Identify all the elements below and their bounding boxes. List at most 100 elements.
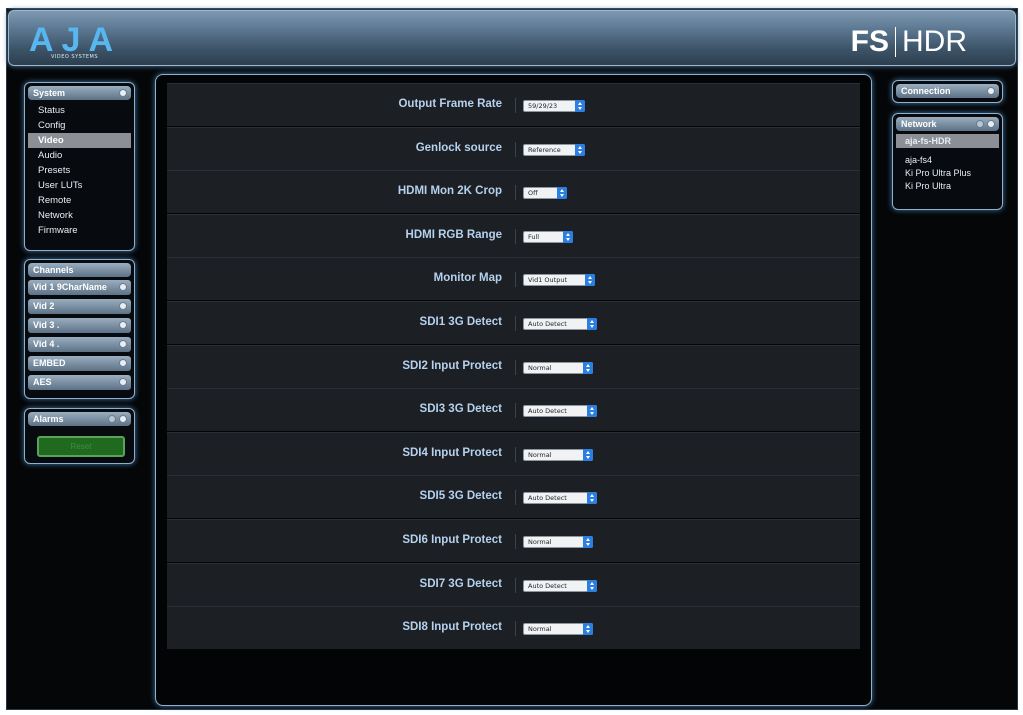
channel-label: AES	[33, 377, 52, 387]
dropdown-arrow-icon[interactable]	[583, 623, 593, 636]
setting-divider	[515, 316, 516, 331]
expand-icon[interactable]	[119, 359, 127, 367]
setting-select-sdi1-3g-detect[interactable]: Auto Detect	[523, 318, 597, 330]
network-device-aja-fs4[interactable]: aja-fs4	[893, 154, 1002, 167]
setting-select-value: Vid1 Output	[528, 276, 568, 285]
setting-select-output-frame-rate[interactable]: 59/29/23	[523, 100, 585, 112]
dropdown-arrow-icon[interactable]	[563, 230, 573, 243]
expand-icon[interactable]	[119, 283, 127, 291]
product-name-hdr: HDR	[902, 25, 967, 58]
system-menu-item-remote[interactable]: Remote	[25, 193, 134, 208]
setting-label: Monitor Map	[433, 272, 502, 285]
setting-label: Output Frame Rate	[398, 98, 502, 110]
info-icon[interactable]	[108, 415, 116, 423]
system-menu-item-video[interactable]: Video	[28, 133, 131, 148]
connection-panel: Connection	[892, 80, 1003, 103]
setting-row-output-frame-rate: Output Frame Rate 59/29/23	[167, 83, 860, 126]
expand-icon[interactable]	[119, 321, 127, 329]
network-device-list: aja-fs4 Ki Pro Ultra Plus Ki Pro Ultra	[893, 154, 1002, 193]
channel-item-vid-1-9charname[interactable]: Vid 1 9CharName	[28, 280, 131, 295]
dropdown-arrow-icon[interactable]	[587, 318, 597, 330]
dropdown-arrow-icon[interactable]	[587, 405, 597, 418]
channels-panel-header: Channels	[28, 263, 131, 277]
network-device-selected[interactable]: aja-fs-HDR	[896, 134, 999, 148]
system-menu-item-config[interactable]: Config	[25, 118, 134, 133]
setting-select-hdmi-mon-2k-crop[interactable]: Off	[523, 187, 567, 200]
system-menu-item-user-luts[interactable]: User LUTs	[25, 178, 134, 193]
setting-label: HDMI RGB Range	[405, 228, 502, 241]
network-device-ki-pro-ultra[interactable]: Ki Pro Ultra	[893, 180, 1002, 193]
channels-panel-title: Channels	[33, 265, 74, 275]
setting-select-value: Reference	[528, 145, 561, 154]
setting-select-value: Full	[528, 232, 540, 241]
setting-select-sdi2-input-protect[interactable]: Normal	[523, 361, 593, 374]
channel-label: Vid 3 .	[33, 320, 60, 330]
setting-select-value: Auto Detect	[528, 581, 567, 590]
dropdown-arrow-icon[interactable]	[557, 187, 567, 200]
setting-select-value: Normal	[528, 625, 552, 634]
dropdown-arrow-icon[interactable]	[575, 100, 585, 112]
channel-item-embed[interactable]: EMBED	[28, 356, 131, 371]
setting-select-sdi4-input-protect[interactable]: Normal	[523, 448, 593, 461]
setting-row-hdmi-rgb-range: HDMI RGB Range Full	[167, 213, 860, 257]
setting-select-sdi6-input-protect[interactable]: Normal	[523, 536, 593, 548]
setting-row-hdmi-mon-2k-crop: HDMI Mon 2K Crop Off	[167, 170, 860, 214]
setting-select-hdmi-rgb-range[interactable]: Full	[523, 230, 573, 243]
expand-icon[interactable]	[119, 340, 127, 348]
expand-icon[interactable]	[119, 378, 127, 386]
setting-select-sdi5-3g-detect[interactable]: Auto Detect	[523, 492, 597, 505]
setting-select-sdi8-input-protect[interactable]: Normal	[523, 623, 593, 636]
connection-panel-header[interactable]: Connection	[896, 84, 999, 98]
channel-item-vid-4[interactable]: Vid 4 .	[28, 337, 131, 352]
dropdown-arrow-icon[interactable]	[583, 361, 593, 374]
setting-select-monitor-map[interactable]: Vid1 Output	[523, 274, 595, 287]
setting-label: Genlock source	[415, 141, 502, 154]
collapse-icon[interactable]	[987, 120, 995, 128]
dropdown-arrow-icon[interactable]	[583, 536, 593, 548]
collapse-icon[interactable]	[119, 415, 127, 423]
channel-label: Vid 4 .	[33, 339, 60, 349]
system-menu-item-presets[interactable]: Presets	[25, 163, 134, 178]
expand-icon[interactable]	[119, 302, 127, 310]
setting-row-sdi2-input-protect: SDI2 Input Protect Normal	[167, 344, 860, 388]
system-menu-item-firmware[interactable]: Firmware	[25, 223, 134, 238]
system-menu-item-network[interactable]: Network	[25, 208, 134, 223]
reset-alarms-button[interactable]: Reset	[37, 436, 125, 457]
product-separator	[895, 27, 896, 57]
setting-select-genlock-source[interactable]: Reference	[523, 143, 585, 156]
channel-item-vid-3[interactable]: Vid 3 .	[28, 318, 131, 333]
setting-divider	[515, 577, 516, 593]
collapse-icon[interactable]	[987, 87, 995, 95]
aja-logo: AJA	[29, 21, 121, 57]
setting-select-sdi7-3g-detect[interactable]: Auto Detect	[523, 579, 597, 592]
dropdown-arrow-icon[interactable]	[587, 579, 597, 592]
channel-label: Vid 2	[33, 301, 55, 311]
dropdown-arrow-icon[interactable]	[587, 492, 597, 505]
setting-divider	[515, 446, 516, 462]
network-device-ki-pro-ultra-plus[interactable]: Ki Pro Ultra Plus	[893, 167, 1002, 180]
setting-select-sdi3-3g-detect[interactable]: Auto Detect	[523, 405, 597, 418]
setting-select-value: Auto Detect	[528, 320, 567, 328]
network-panel-header[interactable]: Network	[896, 117, 999, 131]
dropdown-arrow-icon[interactable]	[583, 448, 593, 461]
network-panel: Network aja-fs-HDR aja-fs4 Ki Pro Ultra P…	[892, 113, 1003, 210]
svg-text:AJA: AJA	[29, 21, 121, 57]
setting-row-sdi1-3g-detect: SDI1 3G Detect Auto Detect	[167, 301, 860, 344]
setting-select-value: Off	[528, 189, 538, 198]
dropdown-arrow-icon[interactable]	[575, 143, 585, 156]
system-menu-item-status[interactable]: Status	[25, 103, 134, 118]
video-settings-panel: Output Frame Rate 59/29/23 Genlock source R…	[155, 74, 872, 706]
system-menu-item-audio[interactable]: Audio	[25, 148, 134, 163]
setting-label: SDI2 Input Protect	[402, 359, 502, 372]
network-panel-title: Network	[901, 119, 937, 129]
system-panel-header[interactable]: System	[28, 86, 131, 100]
dropdown-arrow-icon[interactable]	[585, 274, 595, 287]
refresh-icon[interactable]	[976, 120, 984, 128]
setting-divider	[515, 185, 516, 201]
collapse-icon[interactable]	[119, 89, 127, 97]
setting-divider	[515, 403, 516, 419]
alarms-panel-header[interactable]: Alarms	[28, 412, 131, 426]
channel-item-aes[interactable]: AES	[28, 375, 131, 390]
channel-item-vid-2[interactable]: Vid 2	[28, 299, 131, 314]
setting-label: HDMI Mon 2K Crop	[397, 185, 502, 198]
